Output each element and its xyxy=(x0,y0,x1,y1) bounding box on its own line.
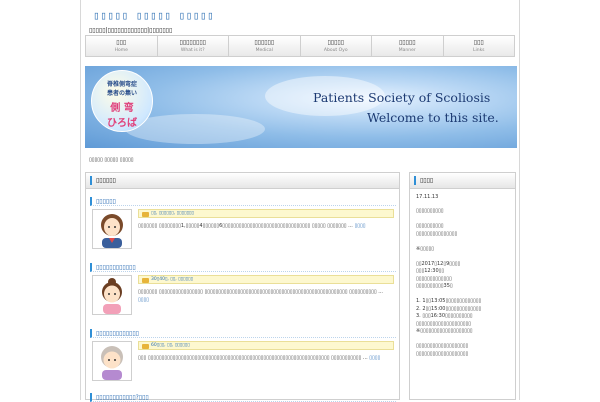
news-line: 2. 2▯▯15:00▯▯▯▯▯▯▯▯▯▯▯▯▯ xyxy=(416,305,482,312)
nav-sublabel: Links xyxy=(472,47,485,53)
post-meta-text: 60▯▯▯, ▯▯, ▯▯▯▯▯▯ xyxy=(151,343,190,348)
site-title[interactable]: ▯▯▯▯▯ ▯▯▯▯▯ ▯▯▯▯▯ xyxy=(93,9,214,22)
banner-subtitle: Welcome to this site. xyxy=(367,110,499,125)
nav-sublabel: Medical xyxy=(255,47,273,53)
nav-item-about[interactable]: ▯▯▯▯▯ About Oyo xyxy=(301,36,372,56)
post-thumbnail[interactable] xyxy=(92,341,132,381)
post-excerpt-text: ▯▯▯▯▯▯▯ ▯▯▯▯▯▯▯▯1,▯▯▯▯▯4▯▯▯▯▯▯6▯▯▯▯▯▯▯▯▯… xyxy=(138,223,353,229)
read-more-link[interactable]: ▯▯▯▯ xyxy=(354,223,365,229)
news-line xyxy=(416,336,516,344)
girl-avatar-icon xyxy=(93,210,131,248)
news-line: ▯▯▯▯▯▯▯▯▯▯▯▯▯▯▯▯▯▯▯▯ xyxy=(416,320,472,327)
news-line: 3. ▯▯▯16:30▯▯▯▯▯▯▯▯▯▯ xyxy=(416,313,473,319)
post-excerpt: ▯▯▯ ▯▯▯▯▯▯▯▯▯▯▯▯▯▯▯▯▯▯▯▯▯▯▯▯▯▯▯▯▯▯▯▯▯▯▯▯… xyxy=(138,354,394,362)
society-logo: 脊椎側弯症 患者の集い 側 弯 ひろば xyxy=(91,70,153,132)
nav-item-what-is-it[interactable]: ▯▯▯▯▯▯▯▯ What is it? xyxy=(158,36,229,56)
nav-label: ▯▯▯▯▯▯ xyxy=(254,38,275,46)
news-line: ▯▯2017▯12▯9▯▯▯▯ xyxy=(416,260,461,267)
folder-icon xyxy=(142,278,149,283)
header-banner: 脊椎側弯症 患者の集い 側 弯 ひろば Patients Society of … xyxy=(85,66,517,148)
heading-accent-bar xyxy=(414,176,416,185)
post-meta-text: 30▯40▯, ▯▯, ▯▯▯▯▯▯ xyxy=(151,277,193,282)
site-description: ▯▯▯▯▯|▯▯▯▯▯▯▯▯▯▯▯▯|▯▯▯▯▯▯▯ xyxy=(89,27,173,34)
post-categories[interactable]: ▯▯, ▯▯▯▯▯▯, ▯▯▯▯▯▯▯ xyxy=(138,209,394,218)
post-excerpt: ▯▯▯▯▯▯▯ ▯▯▯▯▯▯▯▯1,▯▯▯▯▯4▯▯▯▯▯▯6▯▯▯▯▯▯▯▯▯… xyxy=(138,222,394,230)
main-column-heading: ▯▯▯▯▯▯ xyxy=(86,173,399,189)
breadcrumb: ▯▯▯▯▯ ▯▯▯▯▯ ▯▯▯▯▯ xyxy=(89,157,134,163)
news-body: ▯▯▯▯▯▯▯▯▯▯ ▯▯▯▯▯▯▯▯▯▯ ▯▯▯▯▯▯▯▯▯▯▯▯▯▯▯ ※▯… xyxy=(416,208,516,358)
news-line: ▯▯▯▯▯▯▯▯▯▯ xyxy=(416,208,444,214)
elder-woman-avatar-icon xyxy=(93,342,131,380)
sidebar-heading-text: ▯▯▯▯ xyxy=(420,177,434,184)
post-excerpt-text: ▯▯▯▯▯▯▯ ▯▯▯▯▯▯▯▯▯▯▯▯▯▯▯▯ ▯▯▯▯▯▯▯▯▯▯▯▯▯▯▯… xyxy=(138,289,383,295)
news-line xyxy=(416,216,516,224)
post-categories[interactable]: 60▯▯▯, ▯▯, ▯▯▯▯▯▯ xyxy=(138,341,394,350)
post-meta-text: ▯▯, ▯▯▯▯▯▯, ▯▯▯▯▯▯▯ xyxy=(151,211,194,216)
news-line: ※▯▯▯▯▯ xyxy=(416,245,434,252)
sidebar-heading: ▯▯▯▯ xyxy=(410,173,515,189)
post-title-link[interactable]: ▯▯▯▯▯▯▯▯▯▯▯▯ xyxy=(90,263,396,272)
nav-sublabel: About Oyo xyxy=(323,47,348,53)
nav-label: ▯▯▯▯▯▯▯▯ xyxy=(179,38,206,46)
news-line: ▯▯▯▯▯▯▯▯▯▯▯▯▯▯▯▯▯▯▯ xyxy=(416,350,469,357)
post-categories[interactable]: 30▯40▯, ▯▯, ▯▯▯▯▯▯ xyxy=(138,275,394,284)
nav-sublabel: What is it? xyxy=(180,47,205,53)
heading-accent-bar xyxy=(90,176,92,185)
woman-avatar-icon xyxy=(93,276,131,314)
post-excerpt-text: ▯▯▯ ▯▯▯▯▯▯▯▯▯▯▯▯▯▯▯▯▯▯▯▯▯▯▯▯▯▯▯▯▯▯▯▯▯▯▯▯… xyxy=(138,355,368,361)
read-more-link[interactable]: ▯▯▯▯ xyxy=(138,297,149,303)
news-line: ▯▯▯▯▯▯▯▯▯▯▯▯▯▯▯ xyxy=(416,230,458,237)
logo-text: ひろば xyxy=(107,118,137,129)
post-thumbnail[interactable] xyxy=(92,209,132,249)
global-nav: ▯▯▯ Home ▯▯▯▯▯▯▯▯ What is it? ▯▯▯▯▯▯ Med… xyxy=(85,35,515,57)
main-column: ▯▯▯▯▯▯ ▯▯▯▯▯▯ ▯▯, ▯▯▯▯▯▯, ▯▯▯▯▯▯▯ ▯▯▯▯▯▯… xyxy=(85,172,400,402)
nav-label: ▯▯▯▯▯ xyxy=(398,38,416,46)
news-line xyxy=(416,291,516,299)
nav-item-links[interactable]: ▯▯▯ Links xyxy=(444,36,515,56)
post-excerpt: ▯▯▯▯▯▯▯ ▯▯▯▯▯▯▯▯▯▯▯▯▯▯▯▯ ▯▯▯▯▯▯▯▯▯▯▯▯▯▯▯… xyxy=(138,288,394,304)
logo-text: 患者の集い xyxy=(106,90,137,97)
news-line: ▯▯▯▯▯▯▯▯▯▯▯▯▯▯▯▯▯▯▯ xyxy=(416,343,469,349)
nav-label: ▯▯▯ xyxy=(116,38,127,46)
page-container: ▯▯▯▯▯ ▯▯▯▯▯ ▯▯▯▯▯ ▯▯▯▯▯|▯▯▯▯▯▯▯▯▯▯▯▯|▯▯▯… xyxy=(80,0,520,402)
news-line: ▯▯▯▯▯▯▯▯▯▯▯▯▯ xyxy=(416,275,452,282)
logo-text: 側 弯 xyxy=(110,103,134,114)
nav-label: ▯▯▯ xyxy=(473,38,484,46)
news-line: ▯▯▯12:30▯▯ xyxy=(416,268,445,274)
news-line xyxy=(416,238,516,246)
post-thumbnail[interactable] xyxy=(92,275,132,315)
sidebar: ▯▯▯▯ 17.11.13 ▯▯▯▯▯▯▯▯▯▯ ▯▯▯▯▯▯▯▯▯▯ ▯▯▯▯… xyxy=(409,172,516,400)
nav-item-manner[interactable]: ▯▯▯▯▯ Manner xyxy=(372,36,444,56)
news-line xyxy=(416,253,516,261)
post-title-link[interactable]: ▯▯▯▯▯▯ xyxy=(90,197,396,206)
folder-icon xyxy=(142,212,149,217)
nav-sublabel: Manner xyxy=(398,47,416,53)
post-item: ▯▯▯▯▯▯ ▯▯, ▯▯▯▯▯▯, ▯▯▯▯▯▯▯ ▯▯▯▯▯▯▯ ▯▯▯▯▯… xyxy=(90,197,396,249)
post-item: ▯▯▯▯▯▯▯▯▯▯▯▯ 30▯40▯, ▯▯, ▯▯▯▯▯▯ ▯▯▯▯▯▯▯ … xyxy=(90,263,396,315)
post-title-link[interactable]: ▯▯▯▯▯▯▯▯▯▯▯▯▯ xyxy=(90,329,396,338)
read-more-link[interactable]: ▯▯▯▯ xyxy=(369,355,380,361)
nav-label: ▯▯▯▯▯ xyxy=(327,38,344,46)
news-date: 17.11.13 xyxy=(416,194,439,200)
post-item: ▯▯▯▯▯▯▯▯▯▯▯▯▯ 60▯▯▯, ▯▯, ▯▯▯▯▯▯ ▯▯▯ ▯▯▯▯… xyxy=(90,329,396,381)
nav-item-medical[interactable]: ▯▯▯▯▯▯ Medical xyxy=(229,36,301,56)
nav-item-home[interactable]: ▯▯▯ Home xyxy=(86,36,158,56)
post-title-link[interactable]: ▯▯▯▯▯▯▯▯▯▯▯▯?▯▯▯ xyxy=(90,393,396,402)
main-heading-text: ▯▯▯▯▯▯ xyxy=(96,177,116,184)
nav-sublabel: Home xyxy=(114,47,128,53)
post-item: ▯▯▯▯▯▯▯▯▯▯▯▯?▯▯▯ xyxy=(90,393,396,402)
banner-title: Patients Society of Scoliosis xyxy=(313,90,491,105)
news-line: 1. 1▯▯13:05▯▯▯▯▯▯▯▯▯▯▯▯▯ xyxy=(416,298,482,304)
news-line: ※▯▯▯▯▯▯▯▯▯▯▯▯▯▯▯▯▯▯▯ xyxy=(416,328,473,334)
logo-text: 脊椎側弯症 xyxy=(106,81,137,88)
news-line: ▯▯▯▯▯▯▯▯▯▯35▯ xyxy=(416,283,453,289)
news-line: ▯▯▯▯▯▯▯▯▯▯ xyxy=(416,223,444,229)
folder-icon xyxy=(142,344,149,349)
